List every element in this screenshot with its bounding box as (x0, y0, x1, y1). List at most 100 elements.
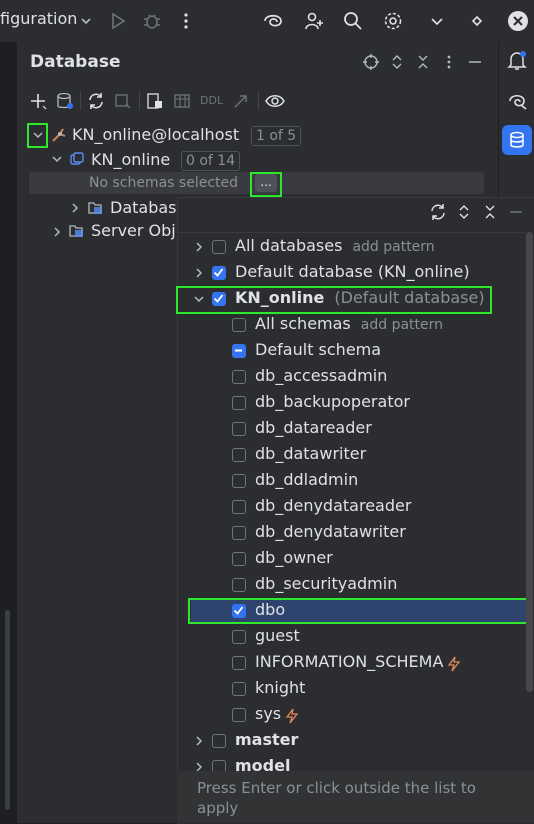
ddl-icon[interactable]: DDL (200, 94, 223, 107)
more-vertical-icon[interactable] (442, 54, 456, 70)
chevron-right-icon[interactable] (51, 225, 63, 239)
schema-list-row[interactable]: sys (177, 702, 517, 728)
schema-checkbox[interactable] (232, 370, 246, 384)
no-schemas-label: No schemas selected (89, 175, 239, 191)
chevron-down-icon[interactable] (428, 11, 448, 31)
datasource-label[interactable]: KN_online@localhost (72, 125, 239, 144)
schema-list-row[interactable]: db_ddladmin (177, 468, 517, 494)
schema-checkbox[interactable] (212, 266, 226, 280)
toolbar-separator (258, 92, 259, 110)
schema-label: db_datawriter (255, 444, 367, 463)
schema-checkbox[interactable] (212, 760, 226, 771)
datasource-count-badge: 1 of 5 (251, 126, 302, 146)
jump-to-source-icon[interactable] (232, 92, 250, 110)
jump-to-console-icon[interactable] (146, 92, 164, 110)
schema-list-row[interactable]: guest (177, 624, 517, 650)
chevron-down-icon[interactable] (51, 152, 63, 166)
add-icon[interactable] (30, 92, 48, 110)
chevron-right-icon[interactable] (69, 201, 81, 215)
schema-list-row[interactable]: All schemas add pattern (177, 312, 517, 338)
ai-assistant-icon[interactable] (262, 11, 282, 31)
server-objects-label[interactable]: Server Obj (91, 221, 176, 240)
ellipsis-highlight-box (250, 172, 282, 197)
search-icon[interactable] (343, 11, 363, 31)
schema-list-row[interactable]: db_owner (177, 546, 517, 572)
add-user-icon[interactable] (304, 11, 324, 31)
minimize-icon[interactable] (467, 54, 483, 70)
chevron-right-icon[interactable] (193, 267, 205, 279)
run-configuration-label[interactable]: figuration (0, 9, 77, 28)
databases-folder-label[interactable]: Databas (110, 198, 177, 217)
dbo-highlight-box (188, 598, 532, 624)
schema-list-row[interactable]: Default schema (177, 338, 517, 364)
diamond-icon[interactable] (468, 11, 488, 31)
folder-icon (88, 200, 104, 216)
collapse-icon[interactable] (416, 54, 430, 70)
database-icon[interactable] (509, 131, 525, 149)
notifications-icon[interactable] (507, 50, 527, 72)
chevron-right-icon[interactable] (193, 761, 205, 771)
refresh-icon[interactable] (429, 203, 447, 221)
view-icon[interactable] (265, 92, 285, 110)
table-icon[interactable] (173, 92, 191, 110)
schema-list-row[interactable]: db_backupoperator (177, 390, 517, 416)
schema-label: master (235, 730, 299, 749)
expand-icon[interactable] (457, 204, 471, 220)
schema-checkbox[interactable] (212, 734, 226, 748)
schema-checkbox[interactable] (232, 682, 246, 696)
schema-checkbox[interactable] (232, 448, 246, 462)
schema-list-row[interactable]: db_denydatawriter (177, 520, 517, 546)
schema-list-row[interactable]: db_denydatareader (177, 494, 517, 520)
popup-scrollbar[interactable] (526, 232, 533, 692)
schema-label: All databases (235, 236, 343, 255)
schema-list-row[interactable]: INFORMATION_SCHEMA (177, 650, 517, 676)
schema-list-row[interactable]: knight (177, 676, 517, 702)
schema-list-row[interactable]: All databases add pattern (177, 234, 517, 260)
more-vertical-icon[interactable] (176, 11, 196, 31)
run-icon[interactable] (108, 11, 128, 31)
crosshair-icon[interactable] (363, 54, 379, 70)
chevron-right-icon[interactable] (193, 241, 205, 253)
add-pattern-link[interactable]: add pattern (352, 239, 434, 255)
schema-checkbox[interactable] (232, 552, 246, 566)
close-icon[interactable] (507, 10, 528, 31)
schema-list-row[interactable]: Default database (KN_online) (177, 260, 517, 286)
schema-checkbox[interactable] (232, 344, 246, 358)
schema-list-row[interactable]: db_securityadmin (177, 572, 517, 598)
ai-chat-icon[interactable] (507, 90, 529, 112)
schema-checkbox[interactable] (232, 474, 246, 488)
chevron-down-icon[interactable] (79, 11, 99, 31)
gear-icon[interactable] (383, 11, 403, 31)
kn-online-highlight-box (176, 286, 492, 314)
schema-checkbox[interactable] (232, 578, 246, 592)
left-scrollbar[interactable] (5, 610, 10, 810)
schema-checkbox[interactable] (232, 500, 246, 514)
schema-checkbox[interactable] (232, 656, 246, 670)
schema-checkbox[interactable] (212, 240, 226, 254)
schema-checkbox[interactable] (232, 318, 246, 332)
minimize-icon[interactable] (508, 204, 524, 220)
schema-list-row[interactable]: master (177, 728, 517, 754)
schema-checkbox[interactable] (232, 526, 246, 540)
schema-checkbox[interactable] (232, 422, 246, 436)
schema-label: db_denydatawriter (255, 522, 406, 541)
schema-checkbox[interactable] (232, 708, 246, 722)
chevron-right-icon[interactable] (193, 735, 205, 747)
schema-label: db_ddladmin (255, 470, 359, 489)
database-label[interactable]: KN_online (91, 150, 170, 169)
schema-list-row[interactable]: db_datawriter (177, 442, 517, 468)
schema-list-row[interactable]: model (177, 754, 517, 771)
schema-checkbox[interactable] (232, 396, 246, 410)
datasource-properties-icon[interactable] (56, 92, 74, 110)
debug-icon[interactable] (142, 11, 162, 31)
expand-icon[interactable] (390, 54, 404, 70)
add-pattern-link[interactable]: add pattern (361, 317, 443, 333)
schema-checkbox[interactable] (232, 630, 246, 644)
stop-icon[interactable] (114, 92, 132, 110)
refresh-icon[interactable] (87, 92, 105, 110)
collapse-icon[interactable] (483, 204, 497, 220)
toolbar-separator (139, 92, 140, 110)
schema-list-row[interactable]: db_datareader (177, 416, 517, 442)
schema-list-row[interactable]: db_accessadmin (177, 364, 517, 390)
schema-label: db_securityadmin (255, 574, 398, 593)
